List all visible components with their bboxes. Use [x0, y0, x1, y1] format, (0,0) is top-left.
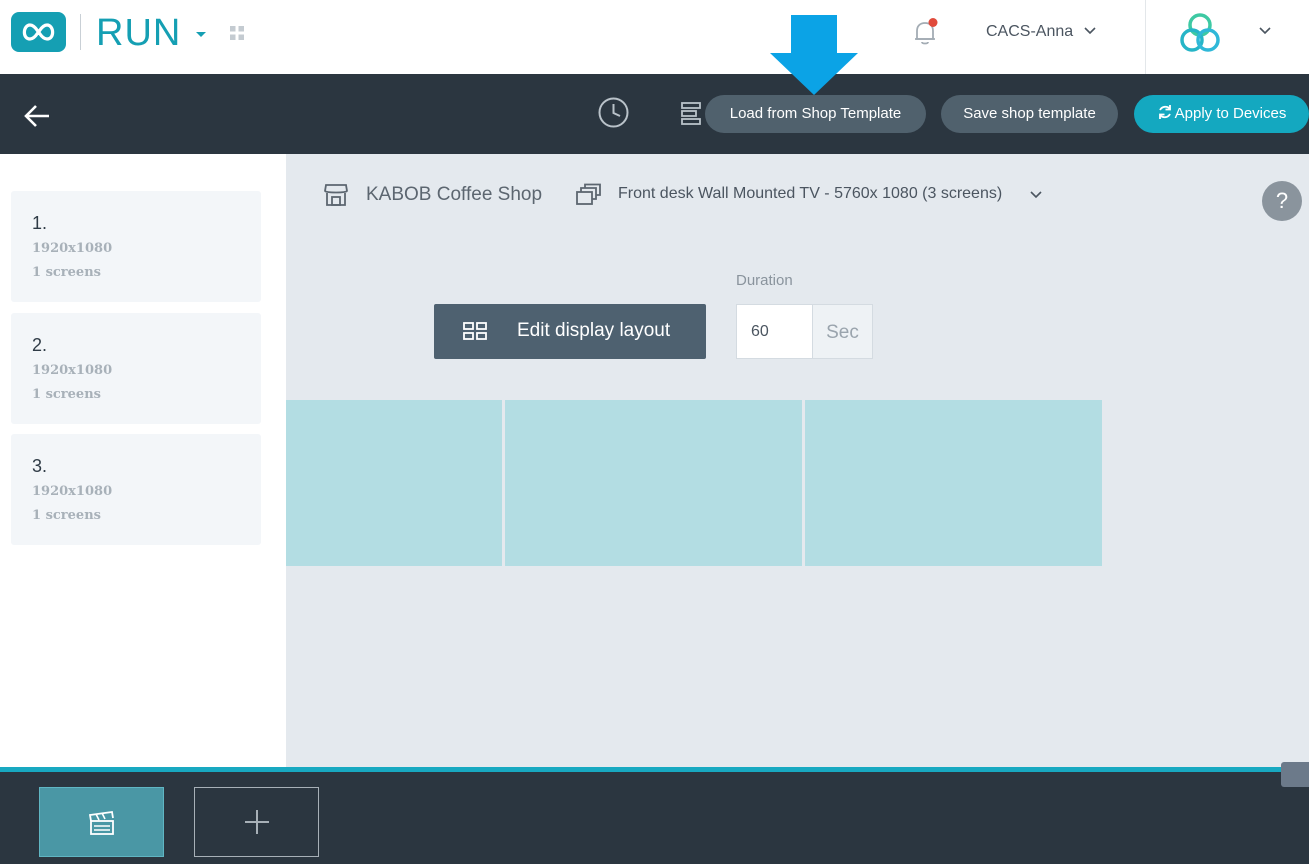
layout-grid-icon	[463, 322, 487, 340]
clapperboard-icon	[89, 810, 114, 835]
help-button[interactable]: ?	[1262, 181, 1302, 221]
shop-name: KABOB Coffee Shop	[366, 184, 543, 205]
screen-number: 3.	[32, 456, 48, 476]
top-navigation-bar: RUN CACS-Anna	[0, 0, 1309, 74]
apps-grid-icon[interactable]	[229, 25, 245, 41]
back-arrow-icon[interactable]	[22, 102, 52, 130]
screen-count: 1 screens	[32, 265, 101, 280]
display-selector[interactable]: Front desk Wall Mounted TV - 5760x 1080 …	[618, 185, 1002, 203]
screen-number: 2.	[32, 335, 48, 355]
edit-display-layout-label: Edit display layout	[517, 320, 671, 341]
organization-logo-icon[interactable]	[1176, 12, 1228, 56]
load-shop-template-button[interactable]: Load from Shop Template	[705, 95, 926, 133]
screen-resolution: 1920x1080	[32, 484, 113, 499]
screen-card[interactable]: 2. 1920x1080 1 screens	[11, 313, 261, 424]
sync-icon	[1158, 105, 1171, 119]
chevron-down-icon[interactable]	[1029, 190, 1043, 200]
duration-label: Duration	[736, 272, 793, 289]
scene-thumbnail[interactable]	[39, 787, 164, 857]
screen-card[interactable]: 1. 1920x1080 1 screens	[11, 191, 261, 302]
chevron-down-icon[interactable]	[1083, 26, 1097, 36]
notification-bell-icon[interactable]	[910, 17, 940, 47]
clock-icon[interactable]	[597, 96, 630, 129]
user-menu-name[interactable]: CACS-Anna	[986, 23, 1073, 41]
logo-divider	[80, 14, 81, 50]
screen-count: 1 screens	[32, 387, 101, 402]
screen-preview-2[interactable]	[505, 400, 802, 566]
save-shop-template-button[interactable]: Save shop template	[941, 95, 1118, 133]
collapse-widget-icon[interactable]	[1281, 762, 1309, 787]
duration-input[interactable]	[736, 304, 813, 359]
screen-count: 1 screens	[32, 508, 101, 523]
plus-icon	[245, 810, 269, 834]
layout-list-icon[interactable]	[680, 100, 706, 126]
screen-resolution: 1920x1080	[32, 363, 113, 378]
pointer-arrow-icon	[770, 15, 858, 95]
apply-to-devices-button[interactable]: Apply to Devices	[1134, 95, 1309, 133]
brand-caret-icon[interactable]	[196, 32, 206, 37]
add-scene-button[interactable]	[194, 787, 319, 857]
screen-resolution: 1920x1080	[32, 241, 113, 256]
apply-to-devices-label: Apply to Devices	[1174, 105, 1287, 122]
screen-number: 1.	[32, 213, 48, 233]
screen-list-sidebar: 1. 1920x1080 1 screens 2. 1920x1080 1 sc…	[0, 154, 286, 768]
screen-preview-3[interactable]	[805, 400, 1102, 566]
topbar-divider	[1145, 0, 1146, 74]
screen-card[interactable]: 3. 1920x1080 1 screens	[11, 434, 261, 545]
shop-icon	[324, 184, 348, 206]
display-screens-icon	[576, 183, 601, 205]
app-brand-name[interactable]: RUN	[96, 12, 181, 55]
edit-display-layout-button[interactable]: Edit display layout	[434, 304, 706, 359]
app-logo[interactable]	[11, 12, 66, 52]
infinity-logo-icon	[22, 23, 55, 41]
chevron-down-icon[interactable]	[1258, 26, 1272, 36]
notification-dot	[928, 18, 938, 27]
duration-unit: Sec	[812, 304, 873, 359]
screen-preview-1[interactable]	[286, 400, 502, 566]
